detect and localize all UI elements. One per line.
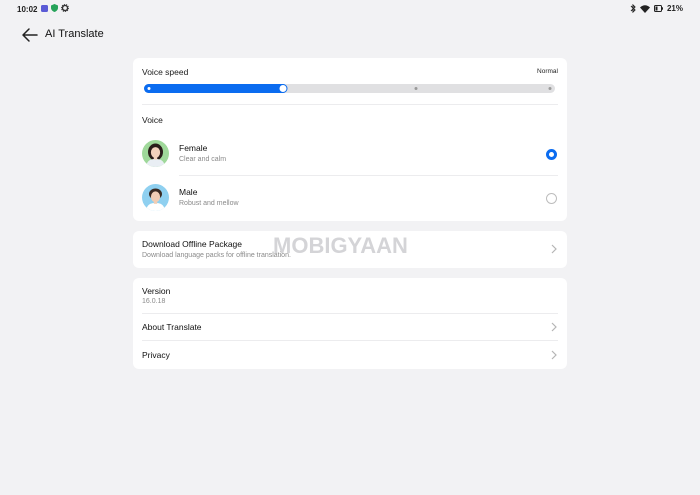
- male-radio[interactable]: [546, 193, 557, 204]
- voice-speed-label: Voice speed: [142, 67, 189, 77]
- shield-icon: [51, 4, 58, 12]
- version-value: 16.0.18: [142, 298, 166, 305]
- voice-section-label: Voice: [142, 115, 163, 125]
- status-left-icons: [41, 4, 69, 12]
- version-label: Version: [142, 286, 171, 296]
- about-translate-label: About Translate: [142, 322, 202, 332]
- voice-option-female[interactable]: Female Clear and calm: [133, 134, 567, 174]
- watermark: MOBIGYAAN: [273, 233, 408, 258]
- voice-speed-slider[interactable]: [144, 84, 555, 93]
- voice-option-name: Female: [179, 143, 208, 153]
- voice-option-male[interactable]: Male Robust and mellow: [133, 178, 567, 218]
- voice-speed-value: Normal: [537, 68, 558, 75]
- privacy-row[interactable]: Privacy: [133, 341, 567, 368]
- status-bar: 10:02 21%: [0, 0, 700, 20]
- slider-step-mark: [548, 87, 552, 90]
- slider-step-mark: [147, 87, 151, 90]
- female-radio[interactable]: [546, 149, 557, 160]
- privacy-label: Privacy: [142, 350, 170, 360]
- slider-thumb[interactable]: [278, 84, 288, 93]
- offline-package-title: Download Offline Package: [142, 239, 243, 249]
- top-app-bar: AI Translate: [0, 20, 700, 50]
- voice-option-description: Clear and calm: [179, 156, 227, 163]
- bluetooth-icon: [630, 4, 636, 13]
- chevron-right-icon: [551, 322, 557, 332]
- back-arrow-icon[interactable]: [20, 26, 40, 44]
- offline-package-subtitle: Download language packs for offline tran…: [142, 252, 291, 259]
- chevron-right-icon: [551, 350, 557, 360]
- status-right-icons: 21%: [630, 4, 683, 13]
- info-card: Version 16.0.18 About Translate Privacy: [133, 278, 567, 369]
- divider: [179, 175, 558, 176]
- female-avatar: [142, 140, 169, 167]
- battery-icon: [653, 5, 663, 12]
- gear-icon: [61, 4, 69, 12]
- slider-fill: [144, 84, 288, 93]
- status-time: 10:02: [17, 5, 38, 14]
- voice-option-description: Robust and mellow: [179, 200, 239, 207]
- about-translate-row[interactable]: About Translate: [133, 314, 567, 340]
- slider-step-mark: [414, 87, 418, 90]
- male-avatar: [142, 184, 169, 211]
- voice-settings-card: Voice speed Normal Voice Female Clear an…: [133, 58, 567, 221]
- chevron-right-icon: [551, 244, 557, 254]
- voice-option-name: Male: [179, 187, 198, 197]
- divider: [142, 104, 558, 105]
- battery-level: 21%: [666, 4, 683, 13]
- wifi-icon: [639, 4, 650, 13]
- page-title: AI Translate: [45, 28, 104, 40]
- app-icon: [41, 4, 48, 12]
